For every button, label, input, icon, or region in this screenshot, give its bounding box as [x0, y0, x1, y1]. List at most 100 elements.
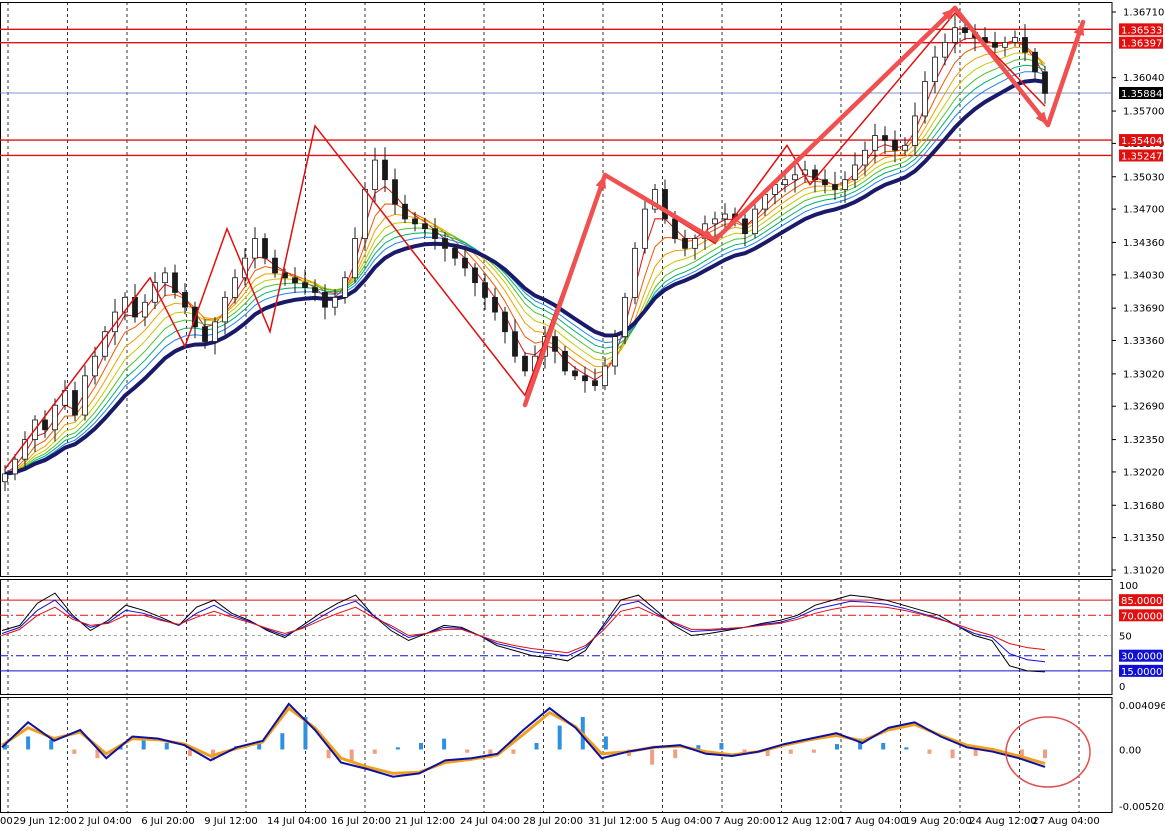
- candle-body: [272, 257, 278, 274]
- candle-body: [82, 375, 88, 416]
- candle-body: [472, 267, 478, 284]
- candle-body: [822, 179, 828, 185]
- candle-body: [722, 213, 728, 220]
- macd-histogram-bar: [442, 738, 447, 750]
- candle-body: [712, 218, 718, 225]
- candle-body: [1022, 37, 1028, 53]
- candle-body: [482, 282, 488, 298]
- candle-body: [492, 296, 498, 313]
- macd-histogram-bar: [26, 736, 31, 750]
- trading-chart[interactable]: 85.0000 70.0000 30.0000 15.0000 100 50 0 0.004…: [0, 0, 1165, 831]
- macd-histogram-bar: [465, 749, 470, 753]
- macd-histogram-bar: [881, 742, 886, 750]
- oscillator-level-label: 70.0000: [1121, 611, 1162, 622]
- forecast-arrow: [602, 172, 718, 243]
- time-label: 19 Aug 20:00: [904, 816, 971, 827]
- candle-body: [672, 218, 678, 239]
- candle-body: [962, 27, 968, 33]
- candle-body: [642, 208, 648, 249]
- price-tick-label: 1.36040: [1123, 73, 1164, 84]
- time-axis: 29 Jun 12:00 2 Jul 04:00 6 Jul 20:00 9 Jul …: [0, 816, 1100, 827]
- macd-tick-label: -0.005202: [1119, 802, 1165, 813]
- candle-body: [862, 149, 868, 166]
- macd-histogram-bar: [950, 749, 955, 759]
- candle-body: [502, 311, 508, 333]
- candle-body: [562, 350, 568, 372]
- time-label: 5 Aug 04:00: [651, 816, 712, 827]
- candle-body: [442, 238, 448, 249]
- macd-panel: 0.0040965 0.00 -0.005202: [1, 701, 1165, 813]
- candle-body: [922, 81, 928, 117]
- candle-body: [352, 238, 358, 279]
- candle-body: [882, 135, 888, 141]
- candle-body: [682, 238, 688, 249]
- time-label: 12 Aug 12:00: [776, 816, 843, 827]
- price-tick-label: 1.33690: [1123, 304, 1164, 315]
- time-label: 6 Jul 20:00: [141, 816, 195, 827]
- panel-frames: [0, 2, 1113, 813]
- candle-body: [992, 42, 998, 48]
- ma-ribbon: [4, 37, 1046, 476]
- candle-body: [302, 282, 308, 288]
- price-tick-label: 1.34360: [1123, 238, 1164, 249]
- macd-tick-label: 0.00: [1119, 745, 1141, 756]
- candle-body: [12, 458, 18, 475]
- forecast-arrow: [1045, 19, 1086, 128]
- macd-histogram-bar: [811, 749, 816, 753]
- candle-body: [762, 194, 768, 210]
- candle-body: [902, 144, 908, 151]
- macd-histogram-bar: [835, 744, 839, 750]
- price-tag-label: 1.35247: [1121, 151, 1162, 162]
- macd-histogram-bar: [326, 749, 331, 759]
- ribbon-ma-line: [4, 71, 1046, 475]
- macd-histogram-bar: [49, 739, 54, 750]
- highlight-circle: [1005, 716, 1091, 788]
- candle-body: [232, 277, 238, 298]
- time-label: 24 Jul 04:00: [460, 816, 520, 827]
- price-tick-label: 1.31350: [1123, 533, 1164, 544]
- macd-histogram-bar: [419, 742, 423, 750]
- time-label: 21 Jul 12:00: [395, 816, 455, 827]
- price-tick-label: 1.34030: [1123, 270, 1164, 281]
- candle-body: [162, 272, 168, 284]
- candle-body: [572, 370, 578, 377]
- candle-body: [72, 390, 78, 416]
- ribbon-ma-line: [4, 58, 1046, 475]
- time-label: 9 Jul 12:00: [204, 816, 258, 827]
- oscillator-tick-label: 100: [1119, 581, 1138, 592]
- candle-body: [402, 203, 408, 220]
- candle-body: [412, 218, 418, 225]
- candle-body: [892, 140, 898, 151]
- candle-body: [202, 326, 208, 342]
- price-tick-label: 1.31020: [1123, 566, 1164, 577]
- candle-body: [782, 179, 788, 185]
- candle-body: [872, 135, 878, 151]
- macd-histogram-bar: [904, 747, 909, 750]
- candle-body: [582, 375, 588, 382]
- ribbon-ma-line: [4, 37, 1046, 475]
- time-label: 14 Jul 04:00: [267, 816, 327, 827]
- price-tick-label: 1.35030: [1123, 172, 1164, 183]
- candle-body: [422, 223, 428, 230]
- candle-body: [512, 331, 518, 357]
- oscillator-tick-label: 0: [1119, 682, 1125, 693]
- macd-histogram-bar: [511, 749, 516, 754]
- candle-body: [522, 355, 528, 372]
- oscillator-panel: 85.0000 70.0000 30.0000 15.0000 100 50 0: [0, 581, 1163, 693]
- macd-histogram-bar: [1043, 749, 1047, 759]
- price-tick-label: 1.33360: [1123, 336, 1164, 347]
- oscillator-level-label: 85.0000: [1121, 596, 1162, 607]
- macd-histogram-bar: [973, 749, 978, 757]
- candle-body: [292, 277, 298, 284]
- macd-histogram-bar: [673, 749, 678, 759]
- candle-body: [662, 189, 668, 220]
- macd-histogram-bar: [72, 749, 77, 754]
- candle-body: [932, 56, 938, 83]
- candle-body: [262, 238, 268, 259]
- oscillator-line: [1, 605, 1046, 654]
- macd-histogram-bar: [534, 742, 539, 750]
- candle-body: [382, 159, 388, 181]
- candle-body: [1042, 71, 1048, 94]
- time-label: 17 Aug 04:00: [839, 816, 906, 827]
- price-tick-label: 1.33020: [1123, 369, 1164, 380]
